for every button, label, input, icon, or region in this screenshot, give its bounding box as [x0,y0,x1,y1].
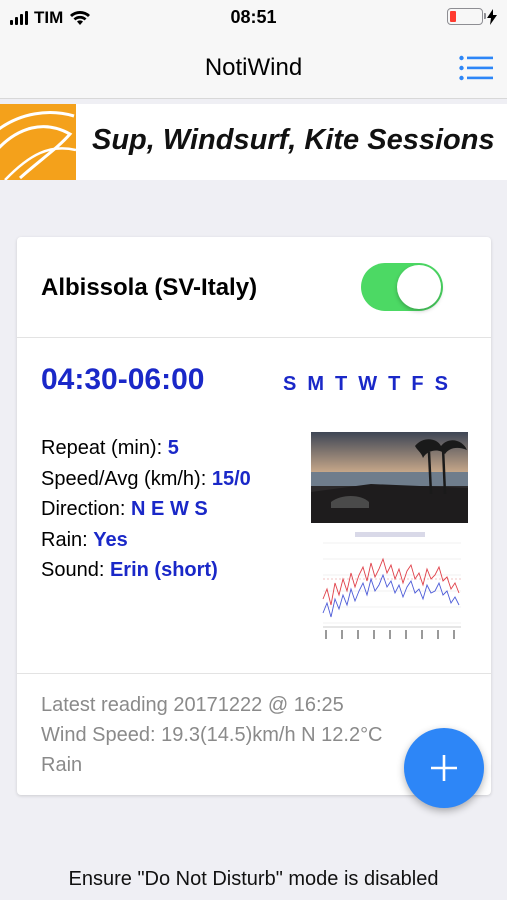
day-monday: M [307,373,325,395]
rain-value: Yes [93,528,128,551]
battery-icon [447,8,486,25]
day-friday: F [411,373,424,395]
repeat-row: Repeat (min): 5 [41,433,251,464]
direction-row: Direction: N E W S [41,494,251,525]
day-sunday: S [283,373,297,395]
day-wednesday: W [358,373,378,395]
add-alert-button[interactable] [404,728,484,808]
hamburger-menu-icon[interactable] [459,55,493,81]
alert-card[interactable]: Albissola (SV-Italy) 04:30-06:00 S M T W… [17,237,491,795]
charging-bolt-icon [487,8,497,25]
webcam-thumbnail[interactable] [311,432,468,523]
latest-reading: Latest reading 20171222 @ 16:25 [41,694,344,716]
day-saturday: S [434,373,448,395]
speed-label: Speed/Avg (km/h): [41,467,207,490]
alert-enabled-toggle[interactable] [361,263,443,311]
navigation-bar: NotiWind [0,36,507,99]
direction-value: N E W S [131,498,208,520]
status-bar: TIM 08:51 [0,0,507,36]
alert-details: Repeat (min): 5 Speed/Avg (km/h): 15/0 D… [41,433,251,586]
wind-speed-reading: Wind Speed: 19.3(14.5)km/h N 12.2°C [41,724,383,746]
banner-title: Sup, Windsurf, Kite Sessions [92,124,495,156]
weekday-list: S M T W T F S [283,373,448,396]
status-right [447,8,497,25]
repeat-value: 5 [167,437,179,459]
clock: 08:51 [230,7,277,27]
plus-icon [431,755,457,781]
wave-logo [0,104,76,180]
rain-row: Rain: Yes [41,525,251,556]
sound-label: Sound: [41,559,105,581]
location-label: Albissola (SV-Italy) [41,274,258,301]
latest-reading-block: Latest reading 20171222 @ 16:25 Wind Spe… [41,690,383,780]
repeat-label: Repeat (min): [41,437,163,459]
rain-label: Rain: [41,528,88,551]
app-banner[interactable]: Sup, Windsurf, Kite Sessions [0,104,507,180]
time-range: 04:30-06:00 [41,363,205,396]
card-header: Albissola (SV-Italy) [17,237,491,338]
day-thursday: T [388,373,401,395]
weather-condition: Rain [41,754,83,776]
speed-row: Speed/Avg (km/h): 15/0 [41,464,251,495]
day-tuesday: T [335,373,348,395]
speed-value: 15/0 [211,467,251,490]
sound-row: Sound: Erin (short) [41,555,251,586]
toggle-knob [397,265,441,309]
sound-value: Erin (short) [109,559,218,581]
wind-chart-thumbnail[interactable] [311,529,468,647]
direction-label: Direction: [41,498,126,520]
page-title: NotiWind [204,54,303,81]
battery-level [450,11,456,22]
do-not-disturb-note: Ensure "Do Not Disturb" mode is disabled [68,868,439,890]
